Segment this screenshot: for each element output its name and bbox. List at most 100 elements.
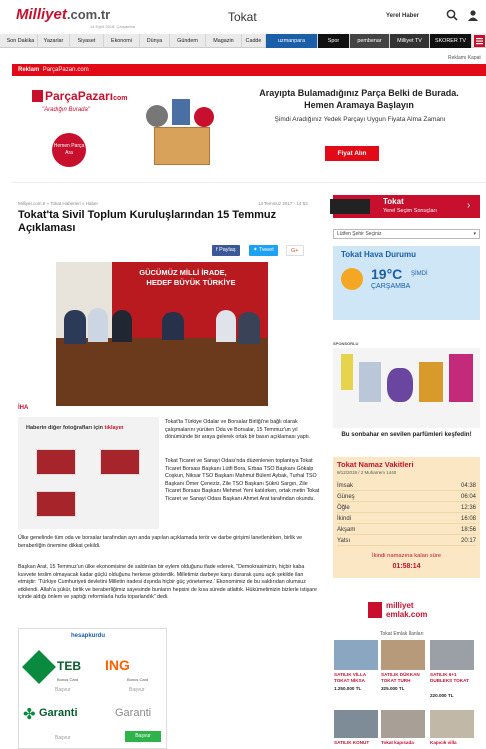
listing-thumb-4[interactable]: [334, 710, 378, 738]
google-plus-share-button[interactable]: G+: [286, 245, 304, 256]
weather-title: Tokat Hava Durumu: [341, 250, 416, 259]
gallery-title: Haberin diğer fotoğrafları için tıklayın: [26, 425, 124, 431]
nav-skorer-tv[interactable]: SKORER TV: [430, 34, 472, 48]
listing-thumb-3[interactable]: [430, 640, 474, 670]
nav-spor[interactable]: Spor: [318, 34, 350, 48]
nav-son-dakika[interactable]: Son Dakika: [4, 34, 38, 48]
emlak-caption: Tokat Emlak İlanları: [380, 631, 424, 637]
house-icon: [368, 602, 382, 618]
nav-siyaset[interactable]: Siyaset: [70, 34, 104, 48]
ad-search-circle[interactable]: Hemen Parça Ara: [52, 133, 86, 167]
nav-pembenar[interactable]: pembenar: [350, 34, 390, 48]
ad-cta-button[interactable]: Fiyat Alın: [325, 146, 379, 161]
garanti-logo-1: Garanti: [39, 707, 78, 719]
prayer-row-gunes: Güneş 06:04: [337, 494, 476, 502]
garanti-clover-icon: ✤: [23, 706, 36, 723]
nav-dunya[interactable]: Dünya: [140, 34, 170, 48]
sponsored-label: SPONSORLU: [333, 341, 359, 346]
search-icon[interactable]: [446, 9, 458, 21]
garanti-logo-2: Garanti: [115, 707, 152, 719]
city-select[interactable]: Lütfen Şehir Seçiniz ▾: [333, 229, 480, 239]
listing-thumb-5[interactable]: [381, 710, 425, 738]
page-city-title: Tokat: [228, 10, 257, 24]
sun-icon: [341, 268, 363, 290]
yerel-haber-link[interactable]: Yerel Haber: [386, 13, 419, 19]
listing-title-2[interactable]: SATILIK DÜKKAN TOKAT TURH: [381, 672, 427, 684]
prayer-row-imsak: İmsak 04:38: [337, 483, 476, 491]
parca-logo-icon: [32, 90, 43, 102]
weather-box[interactable]: Tokat Hava Durumu 19°C ŞİMDİ ÇARŞAMBA: [333, 246, 480, 320]
site-header: Milliyet.com.tr 14 Eylül 2018, Çarşamba …: [0, 0, 486, 34]
article-paragraph-2: Tokat Ticaret ve Sanayi Odası'nda düzenl…: [165, 458, 320, 502]
nav-cadde[interactable]: Cadde: [242, 34, 266, 48]
election-thumb: [330, 199, 370, 214]
listing-title-1[interactable]: SATILIK VİLLA TOKAT NİKSA: [334, 672, 380, 684]
teb-star-icon: [22, 650, 56, 684]
nav-gundem[interactable]: Gündem: [170, 34, 206, 48]
ad-slogan: "Aradığın Burada": [42, 107, 90, 113]
milliyet-logo[interactable]: Milliyet.com.tr: [16, 6, 110, 23]
article-photo[interactable]: GÜCÜMÜZ MİLLİ İRADE, HEDEF BÜYÜK TÜRKİYE: [56, 262, 268, 406]
weather-temp: 19°C: [371, 266, 403, 282]
ad-subtext: Şimdi Aradığınız Yedek Parçayı Uygun Fiy…: [274, 116, 446, 123]
nav-ekonomi[interactable]: Ekonomi: [104, 34, 140, 48]
listing-title-3[interactable]: SATILIK 6+1 DUBLEKS TOKAT: [430, 672, 476, 684]
ad-parts-box-image: [136, 97, 226, 169]
breadcrumb[interactable]: Milliyet.com.tr » Tokat Haberleri » Habe…: [18, 201, 98, 206]
close-ad-link[interactable]: Reklamı Kapat: [448, 55, 481, 61]
teb-logo: TEB: [57, 659, 81, 673]
article-paragraph-3: Ülke genelinde tüm oda ve borsalar taraf…: [18, 535, 303, 549]
twitter-share-button[interactable]: ✦ Tweet: [249, 245, 278, 256]
gallery-thumb-1[interactable]: [36, 449, 76, 475]
prayer-row-ikindi: İkindi 16:08: [337, 516, 476, 524]
listing-thumb-6[interactable]: [430, 710, 474, 738]
bonus-label-1: Bonus Card: [57, 677, 79, 682]
gallery-link[interactable]: tıklayın: [105, 425, 124, 431]
perfume-ad-image[interactable]: [333, 348, 480, 428]
basvur-button-3[interactable]: Başvur: [55, 735, 71, 741]
nav-uzmanpara[interactable]: uzmanpara: [266, 34, 318, 48]
article-paragraph-4: Başkan Arat, 15 Temmuz'un ülke ekonomisi…: [18, 564, 317, 601]
bonus-label-2: Bonus Card: [127, 677, 149, 682]
prayer-date: 9/12/2018 / 2 Muharrem 1440: [337, 470, 397, 475]
prayer-countdown-label: İkindi namazına kalan süre: [372, 553, 441, 559]
nav-magazin[interactable]: Magazin: [206, 34, 242, 48]
election-subtitle: Yerel Seçim Sonuçları: [383, 208, 437, 214]
election-results-box[interactable]: Tokat Yerel Seçim Sonuçları ›: [330, 195, 480, 218]
perfume-ad-text[interactable]: Bu sonbahar en sevilen parfümleri keşfed…: [333, 430, 480, 439]
user-icon[interactable]: [467, 9, 479, 21]
gallery-thumb-2[interactable]: [100, 449, 140, 475]
listing-title-6[interactable]: Kapıcık villa: [430, 740, 476, 746]
listing-thumb-2[interactable]: [381, 640, 425, 670]
ad-headline: Arayıpta Bulamadığınız Parça Belki de Bu…: [259, 88, 459, 110]
prayer-title: Tokat Namaz Vakitleri: [337, 460, 414, 469]
photo-banner-line1: GÜCÜMÜZ MİLLİ İRADE,: [139, 268, 227, 277]
weather-now: ŞİMDİ: [411, 271, 428, 277]
listing-thumb-1[interactable]: [334, 640, 378, 670]
bank-card-ad[interactable]: hesapkurdu TEB ING Bonus Card Bonus Card…: [18, 628, 167, 749]
prayer-row-ogle: Öğle 12:36: [337, 505, 476, 513]
basvur-button-1[interactable]: Başvur: [55, 687, 71, 693]
listing-title-4[interactable]: SATILIK KONUT: [334, 740, 380, 746]
milliyet-emlak-logo[interactable]: milliyet emlak.com: [368, 601, 448, 626]
basvur-button-2[interactable]: Başvur: [129, 687, 145, 693]
facebook-share-button[interactable]: f Paylaş: [212, 245, 240, 256]
menu-icon[interactable]: [474, 35, 485, 47]
basvur-button-4[interactable]: Başvur: [125, 731, 161, 742]
ad-label-bar: Reklam ParçaPazarı.com: [12, 64, 486, 76]
top-banner-ad[interactable]: ParçaPazarıcom "Aradığın Burada" Hemen P…: [12, 77, 486, 183]
listing-title-5[interactable]: Tokat kapısada: [381, 740, 427, 746]
chevron-right-icon: ›: [467, 200, 471, 211]
chevron-down-icon: ▾: [473, 231, 476, 237]
nav-milliyet-tv[interactable]: Milliyet TV: [390, 34, 430, 48]
listing-price-1: 1.250.000 TL: [334, 686, 362, 691]
listing-price-2: 325.000 TL: [381, 686, 405, 691]
prayer-times-box: Tokat Namaz Vakitleri 9/12/2018 / 2 Muha…: [333, 457, 480, 578]
header-date: 14 Eylül 2018, Çarşamba: [90, 24, 135, 29]
nav-yazarlar[interactable]: Yazarlar: [38, 34, 70, 48]
photo-banner-line2: HEDEF BÜYÜK TÜRKİYE: [146, 278, 236, 287]
gallery-thumb-3[interactable]: [36, 491, 76, 517]
main-nav: Son Dakika Yazarlar Siyaset Ekonomi Düny…: [0, 34, 486, 48]
article-date: 13 Temmuz 2017 - 14:53: [258, 201, 308, 206]
election-city: Tokat: [383, 197, 404, 206]
